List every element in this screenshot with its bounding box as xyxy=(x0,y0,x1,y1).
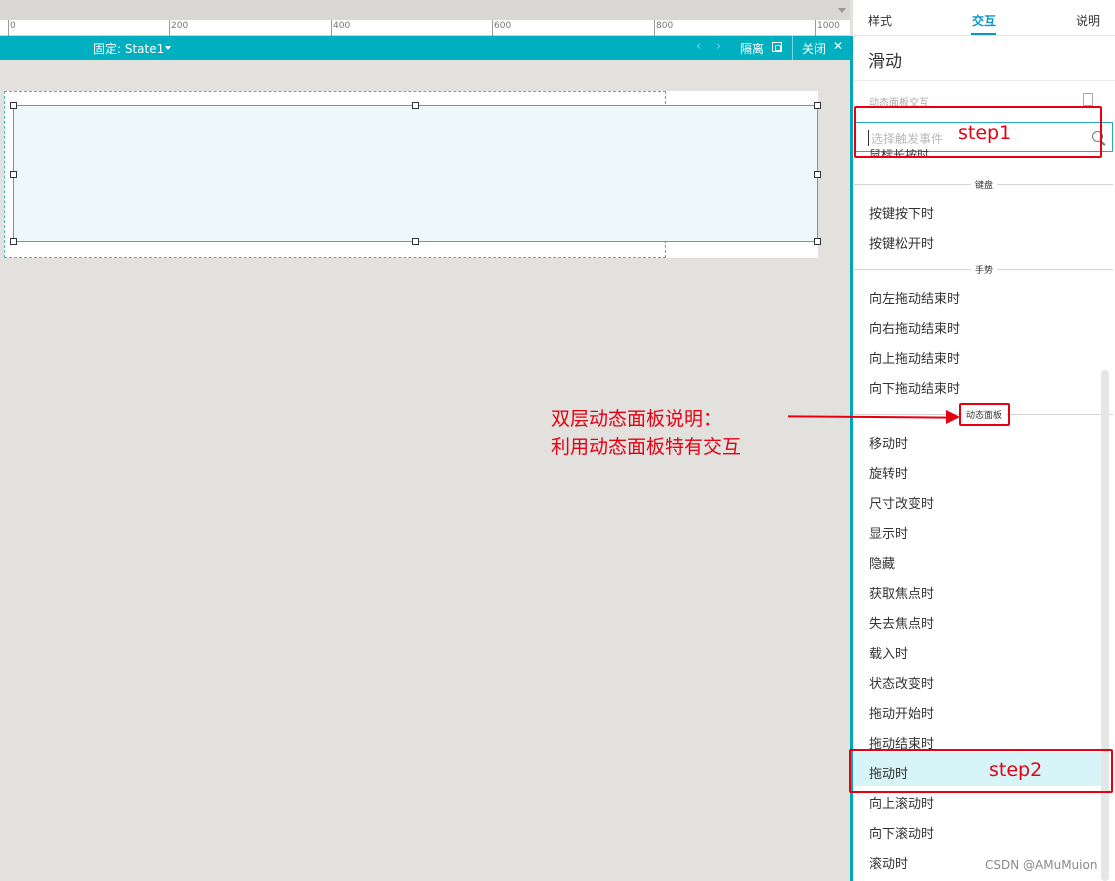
event-item[interactable]: 失去焦点时 xyxy=(869,613,934,632)
arrow-head-icon xyxy=(946,410,960,424)
ruler-tick xyxy=(492,20,493,36)
ruler-dropdown-caret-icon[interactable] xyxy=(838,8,846,13)
close-button[interactable]: 关闭 xyxy=(802,40,826,57)
event-item[interactable]: 获取焦点时 xyxy=(869,583,934,602)
ruler-strip xyxy=(0,20,850,36)
event-item[interactable]: 显示时 xyxy=(869,523,908,542)
ruler-label: 0 xyxy=(10,21,16,31)
event-item[interactable]: 向左拖动结束时 xyxy=(869,288,960,307)
event-item[interactable]: 状态改变时 xyxy=(869,673,934,692)
tab-style[interactable]: 样式 xyxy=(868,12,892,29)
group-label-keyboard: 键盘 xyxy=(970,178,998,191)
step2-label: step2 xyxy=(989,759,1043,781)
resize-handle[interactable] xyxy=(814,238,821,245)
ruler-label: 800 xyxy=(656,21,674,31)
event-item[interactable]: 向下拖动结束时 xyxy=(869,378,960,397)
resize-handle[interactable] xyxy=(412,102,419,109)
resize-handle[interactable] xyxy=(10,238,17,245)
resize-handle[interactable] xyxy=(412,238,419,245)
widget-name[interactable]: 滑动 xyxy=(868,47,902,72)
state-selector[interactable]: 固定: State1 xyxy=(93,40,164,57)
event-item[interactable]: 旋转时 xyxy=(869,463,908,482)
tab-notes[interactable]: 说明 xyxy=(1076,12,1100,29)
watermark: CSDN @AMuMuion xyxy=(985,858,1098,872)
resize-handle[interactable] xyxy=(10,171,17,178)
state-dropdown-icon[interactable] xyxy=(165,46,171,50)
ruler-label: 600 xyxy=(494,21,512,31)
document-icon[interactable] xyxy=(1083,93,1093,106)
ruler-tick xyxy=(8,20,9,36)
resize-handle[interactable] xyxy=(814,171,821,178)
ruler-label: 200 xyxy=(171,21,189,31)
selected-rectangle-widget[interactable] xyxy=(13,105,818,242)
event-item[interactable]: 向右拖动结束时 xyxy=(869,318,960,337)
step1-label: step1 xyxy=(958,122,1012,144)
event-item[interactable]: 向上拖动结束时 xyxy=(869,348,960,367)
ruler-label: 400 xyxy=(333,21,351,31)
panel-state-bar: 固定: State1 ‹ › 隔离 关闭 ✕ xyxy=(0,36,850,60)
inspector-tabs: 样式 交互 说明 xyxy=(853,0,1115,36)
annotation-note: 双层动态面板说明： 利用动态面板特有交互 xyxy=(551,405,741,461)
ruler-tick xyxy=(169,20,170,36)
isolate-button[interactable]: 隔离 xyxy=(740,40,764,57)
event-item[interactable]: 隐藏 xyxy=(869,553,895,572)
step2-highlight-box xyxy=(849,749,1113,793)
ruler-tick xyxy=(654,20,655,36)
event-item[interactable]: 移动时 xyxy=(869,433,908,452)
divider xyxy=(792,36,793,60)
event-item[interactable]: 按键按下时 xyxy=(869,203,934,222)
divider xyxy=(853,80,1115,81)
ruler-label: 1000 xyxy=(817,21,840,31)
close-icon[interactable]: ✕ xyxy=(833,39,843,53)
dynamic-panel-highlight-box xyxy=(959,403,1010,426)
tab-interaction[interactable]: 交互 xyxy=(972,12,996,29)
ruler-tick xyxy=(815,20,816,36)
event-item[interactable]: 按键松开时 xyxy=(869,233,934,252)
active-tab-indicator xyxy=(971,33,996,35)
dropdown-scrollbar[interactable] xyxy=(1101,370,1109,881)
horizontal-ruler: 0 200 400 600 800 1000 xyxy=(0,0,850,36)
event-item[interactable]: 向下滚动时 xyxy=(869,823,934,842)
isolate-icon[interactable] xyxy=(772,42,782,52)
event-item[interactable]: 尺寸改变时 xyxy=(869,493,934,512)
resize-handle[interactable] xyxy=(10,102,17,109)
event-item[interactable]: 载入时 xyxy=(869,643,908,662)
next-state-icon[interactable]: › xyxy=(716,39,721,54)
event-item[interactable]: 向上滚动时 xyxy=(869,793,934,812)
event-item[interactable]: 拖动开始时 xyxy=(869,703,934,722)
group-label-gesture: 手势 xyxy=(970,263,998,276)
event-item[interactable]: 滚动时 xyxy=(869,853,908,872)
resize-handle[interactable] xyxy=(814,102,821,109)
annotation-note-line1: 双层动态面板说明： xyxy=(551,408,723,430)
annotation-note-line2: 利用动态面板特有交互 xyxy=(551,436,742,458)
prev-state-icon[interactable]: ‹ xyxy=(696,39,701,54)
ruler-tick xyxy=(331,20,332,36)
